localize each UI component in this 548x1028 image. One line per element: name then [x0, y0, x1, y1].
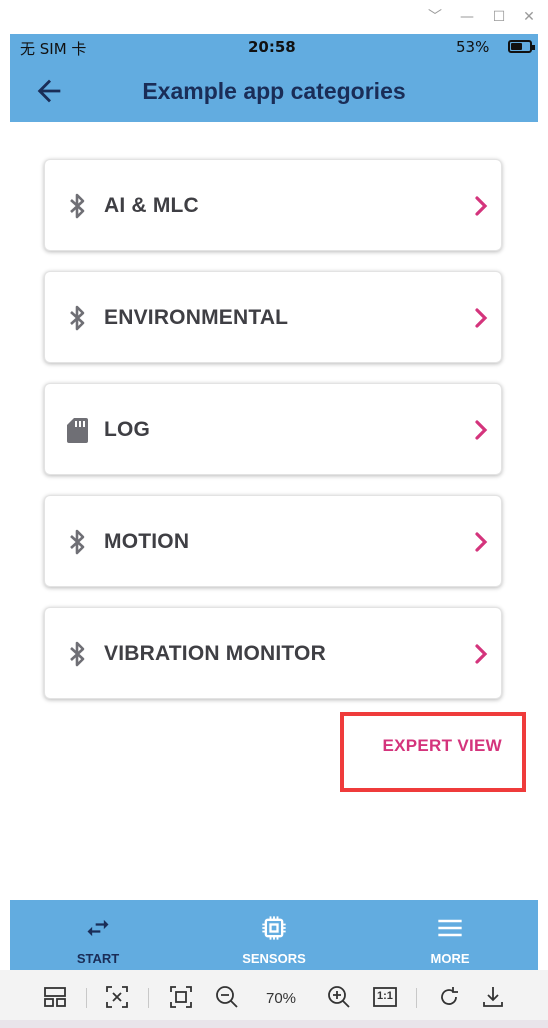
rotate-icon[interactable]: [436, 984, 462, 1010]
bluetooth-icon: [70, 305, 85, 331]
page-title: Example app categories: [142, 78, 406, 104]
fullscreen-icon[interactable]: [168, 984, 194, 1010]
battery-percent: 53%: [456, 38, 490, 56]
category-label: VIBRATION MONITOR: [104, 642, 326, 665]
download-icon[interactable]: [480, 984, 506, 1010]
toolbar-divider: [148, 988, 149, 1008]
nav-label: SENSORS: [242, 951, 306, 966]
swap-arrows-icon: [87, 919, 109, 937]
category-list: AI & MLC ENVIRONMENTAL LOG MOTION VIBRAT…: [10, 122, 538, 900]
toolbar-divider: [416, 988, 417, 1008]
collapse-icon[interactable]: ﹀: [426, 8, 444, 26]
app-bar: Example app categories: [10, 60, 538, 122]
category-label: LOG: [104, 418, 151, 441]
zoom-out-icon[interactable]: [214, 984, 240, 1010]
nav-start[interactable]: START: [10, 900, 186, 970]
category-card-environmental[interactable]: ENVIRONMENTAL: [44, 271, 502, 363]
battery-icon: [508, 40, 535, 53]
expert-view-label: EXPERT VIEW: [382, 736, 502, 755]
clock: 20:58: [248, 38, 296, 56]
chevron-right-icon: [475, 420, 488, 440]
zoom-level: 70%: [266, 990, 297, 1007]
taskbar: [0, 1020, 548, 1028]
expert-view-button[interactable]: EXPERT VIEW: [340, 712, 526, 792]
chevron-right-icon: [475, 308, 488, 328]
minimize-icon[interactable]: —: [458, 8, 476, 26]
frame-right: [538, 34, 548, 980]
category-label: ENVIRONMENTAL: [104, 306, 289, 329]
fit-screen-icon[interactable]: [104, 984, 130, 1010]
maximize-icon[interactable]: ☐: [490, 8, 508, 26]
nav-label: START: [76, 951, 120, 966]
bluetooth-icon: [70, 193, 85, 219]
layout-icon[interactable]: [42, 984, 68, 1010]
chevron-right-icon: [475, 532, 488, 552]
category-card-motion[interactable]: MOTION: [44, 495, 502, 587]
category-card-vibration-monitor[interactable]: VIBRATION MONITOR: [44, 607, 502, 699]
actual-size-label: 1:1: [377, 990, 393, 1002]
bottom-navigation: START SENSORS MORE: [10, 900, 538, 970]
actual-size-button[interactable]: 1:1: [372, 984, 398, 1010]
category-label: AI & MLC: [104, 194, 199, 217]
carrier-text: 无 SIM 卡: [20, 40, 87, 58]
nav-more[interactable]: MORE: [362, 900, 538, 970]
bluetooth-icon: [70, 641, 85, 667]
frame-left: [0, 34, 10, 980]
nav-sensors[interactable]: SENSORS: [186, 900, 362, 970]
toolbar-divider: [86, 988, 87, 1008]
sd-card-icon: [67, 418, 88, 443]
nav-label: MORE: [430, 951, 470, 966]
emulator-toolbar: 70% 1:1: [0, 970, 548, 1020]
status-bar: 无 SIM 卡 20:58 53%: [10, 34, 538, 60]
category-card-log[interactable]: LOG: [44, 383, 502, 475]
category-label: MOTION: [104, 530, 190, 553]
chevron-right-icon: [475, 644, 488, 664]
chip-icon: [262, 916, 286, 940]
emulator-title-bar: ﹀ — ☐ ✕: [0, 0, 548, 34]
menu-icon: [438, 919, 462, 937]
bluetooth-icon: [70, 529, 85, 555]
category-card-ai-mlc[interactable]: AI & MLC: [44, 159, 502, 251]
chevron-right-icon: [475, 196, 488, 216]
zoom-in-icon[interactable]: [326, 984, 352, 1010]
close-icon[interactable]: ✕: [520, 8, 538, 26]
